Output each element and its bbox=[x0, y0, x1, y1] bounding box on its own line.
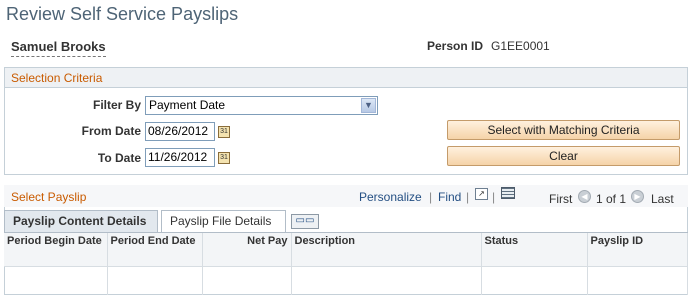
table-cell bbox=[481, 266, 588, 295]
find-link[interactable]: Find bbox=[438, 190, 461, 204]
table-cell bbox=[291, 266, 482, 295]
column-description: Description bbox=[291, 233, 482, 267]
personalize-link[interactable]: Personalize bbox=[359, 190, 422, 204]
column-net-pay: Net Pay bbox=[202, 233, 292, 267]
show-all-columns-icon[interactable]: ▭▭ bbox=[291, 214, 319, 229]
column-payslip-id: Payslip ID bbox=[587, 233, 688, 267]
table-cell bbox=[202, 266, 292, 295]
tab-payslip-content-details[interactable]: Payslip Content Details bbox=[4, 210, 158, 232]
new-window-icon[interactable]: ↗ bbox=[475, 188, 488, 200]
person-id-label: Person ID bbox=[427, 39, 484, 53]
row-count: 1 of 1 bbox=[596, 192, 627, 206]
tab-payslip-file-details[interactable]: Payslip File Details bbox=[161, 210, 286, 232]
download-grid-icon[interactable] bbox=[501, 187, 515, 199]
column-period-end-date: Period End Date bbox=[107, 233, 203, 267]
clear-button[interactable]: Clear bbox=[447, 146, 680, 166]
filter-by-value: Payment Date bbox=[149, 98, 226, 112]
calendar-icon[interactable]: 31 bbox=[218, 152, 230, 164]
column-period-begin-date: Period Begin Date bbox=[4, 233, 108, 267]
select-matching-criteria-button[interactable]: Select with Matching Criteria bbox=[447, 120, 680, 140]
table-row bbox=[4, 266, 688, 295]
page-title: Review Self Service Payslips bbox=[6, 4, 239, 24]
table-cell bbox=[107, 266, 203, 295]
calendar-icon[interactable]: 31 bbox=[218, 126, 230, 138]
person-id-value: G1EE0001 bbox=[491, 39, 550, 53]
table-cell bbox=[587, 266, 688, 295]
to-date-label: To Date bbox=[97, 151, 141, 165]
column-status: Status bbox=[481, 233, 588, 267]
employee-name: Samuel Brooks bbox=[11, 39, 106, 57]
filter-by-select[interactable]: Payment Date ▼ bbox=[145, 96, 378, 115]
to-date-field[interactable]: 11/26/2012 bbox=[145, 148, 215, 167]
filter-by-label: Filter By bbox=[92, 98, 141, 112]
nav-separator: | bbox=[466, 190, 470, 204]
nav-separator: | bbox=[429, 190, 433, 204]
chevron-down-icon[interactable]: ▼ bbox=[361, 98, 376, 113]
table-cell bbox=[4, 266, 108, 295]
last-link[interactable]: Last bbox=[651, 192, 674, 206]
from-date-label: From Date bbox=[81, 124, 141, 138]
first-link[interactable]: First bbox=[549, 192, 572, 206]
from-date-field[interactable]: 08/26/2012 bbox=[145, 122, 215, 141]
selection-criteria-header: Selection Criteria bbox=[5, 68, 687, 88]
grid-header-row: Period Begin Date Period End Date Net Pa… bbox=[4, 233, 688, 267]
next-icon[interactable]: ▶ bbox=[631, 190, 644, 203]
nav-separator: | bbox=[492, 190, 496, 204]
select-payslip-title: Select Payslip bbox=[11, 190, 87, 204]
previous-icon[interactable]: ◀ bbox=[578, 190, 591, 203]
payslip-grid: Period Begin Date Period End Date Net Pa… bbox=[4, 232, 688, 295]
